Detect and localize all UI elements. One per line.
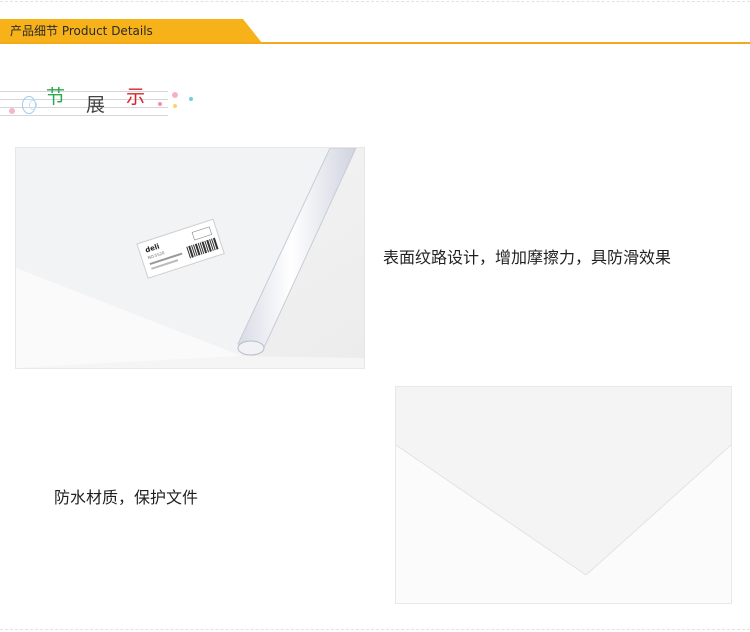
waterproof-caption: 防水材质，保护文件 bbox=[54, 488, 199, 507]
blue-dot-icon bbox=[189, 97, 193, 101]
heading-char-2: 展 bbox=[86, 94, 106, 116]
pink-dot-icon bbox=[9, 108, 15, 114]
section-header-tab: 产品细节 Product Details bbox=[0, 19, 262, 43]
folder-texture-photo: deli NO.5520 bbox=[15, 147, 365, 369]
heading-char-3: 示 bbox=[126, 86, 146, 108]
yellow-dot-icon bbox=[173, 104, 177, 108]
folder-texture-illustration: deli NO.5520 bbox=[16, 148, 364, 368]
bottom-dashed-divider bbox=[0, 629, 750, 630]
waterproof-sheet-illustration bbox=[396, 387, 731, 603]
product-detail-page: 产品细节 Product Details 节 展 示 deli NO.5520 … bbox=[0, 0, 750, 632]
section-header-title: 产品细节 Product Details bbox=[10, 24, 153, 38]
texture-caption: 表面纹路设计，增加摩擦力，具防滑效果 bbox=[383, 248, 672, 267]
staff-line bbox=[0, 115, 168, 116]
pink-dot-icon bbox=[172, 92, 178, 98]
heading-char-1: 节 bbox=[46, 86, 66, 108]
waterproof-sheet-photo bbox=[395, 386, 732, 604]
pink-dot-icon bbox=[158, 102, 162, 106]
section-header-underline bbox=[0, 42, 750, 44]
top-dashed-divider bbox=[0, 1, 750, 2]
bubble-ring-icon bbox=[29, 100, 37, 110]
detail-showcase-heading: 节 展 示 bbox=[0, 82, 210, 126]
